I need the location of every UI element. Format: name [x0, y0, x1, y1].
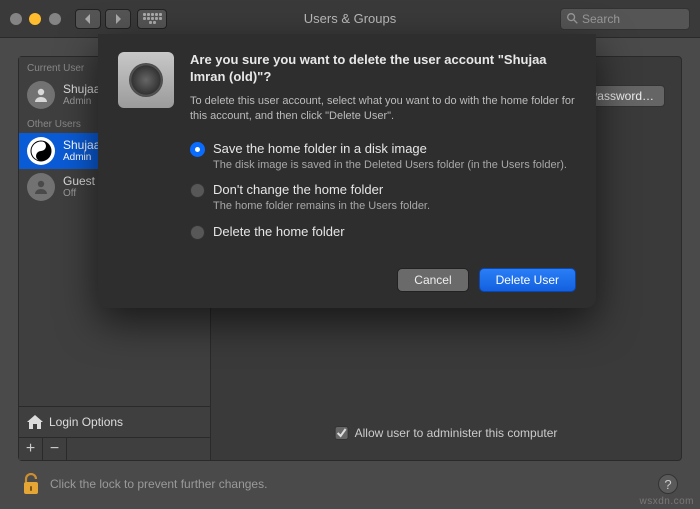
back-button[interactable]	[75, 9, 101, 29]
option-description: The disk image is saved in the Deleted U…	[213, 158, 567, 173]
search-input[interactable]: Search	[560, 8, 690, 30]
add-remove-bar: + −	[19, 437, 210, 460]
yinyang-icon	[30, 140, 52, 162]
remove-user-button[interactable]: −	[43, 438, 67, 460]
traffic-lights	[10, 13, 61, 25]
option-description: The home folder remains in the Users fol…	[213, 199, 430, 214]
option-dont-change[interactable]: Don't change the home folder The home fo…	[190, 182, 576, 214]
watermark: wsxdn.com	[639, 496, 694, 507]
delete-user-dialog: Are you sure you want to delete the user…	[98, 34, 596, 308]
forward-button[interactable]	[105, 9, 131, 29]
lock-footer: Click the lock to prevent further change…	[22, 473, 678, 495]
window-title: Users & Groups	[304, 11, 396, 26]
help-button[interactable]: ?	[658, 474, 678, 494]
close-window-button[interactable]	[10, 13, 22, 25]
cancel-button[interactable]: Cancel	[397, 268, 468, 292]
delete-user-button[interactable]: Delete User	[479, 268, 576, 292]
login-options-button[interactable]: Login Options	[19, 406, 210, 437]
radio-icon	[190, 225, 205, 240]
lock-text: Click the lock to prevent further change…	[50, 477, 267, 491]
add-user-button[interactable]: +	[19, 438, 43, 460]
fullscreen-window-button[interactable]	[49, 13, 61, 25]
search-icon	[567, 13, 578, 24]
show-all-button[interactable]	[137, 9, 167, 29]
search-placeholder: Search	[582, 12, 620, 26]
dialog-subtitle: To delete this user account, select what…	[190, 94, 576, 125]
dialog-buttons: Cancel Delete User	[118, 268, 576, 292]
system-preferences-icon	[118, 52, 174, 108]
checkbox-icon	[335, 426, 349, 440]
avatar	[27, 81, 55, 109]
option-label: Delete the home folder	[213, 224, 345, 239]
minimize-window-button[interactable]	[29, 13, 41, 25]
avatar	[27, 173, 55, 201]
radio-icon	[190, 183, 205, 198]
lock-icon[interactable]	[22, 473, 40, 495]
option-label: Don't change the home folder	[213, 182, 430, 197]
radio-icon	[190, 142, 205, 157]
dialog-text: Are you sure you want to delete the user…	[190, 52, 576, 125]
option-delete-folder[interactable]: Delete the home folder	[190, 224, 576, 240]
home-icon	[27, 415, 43, 429]
avatar	[27, 137, 55, 165]
admin-checkbox-row[interactable]: Allow user to administer this computer	[335, 426, 558, 440]
dialog-title: Are you sure you want to delete the user…	[190, 52, 576, 86]
login-options-label: Login Options	[49, 415, 123, 429]
option-label: Save the home folder in a disk image	[213, 141, 567, 156]
option-save-disk-image[interactable]: Save the home folder in a disk image The…	[190, 141, 576, 173]
admin-checkbox-label: Allow user to administer this computer	[355, 426, 558, 440]
nav-buttons	[75, 9, 131, 29]
dialog-options: Save the home folder in a disk image The…	[190, 141, 576, 251]
window-titlebar: Users & Groups Search	[0, 0, 700, 38]
